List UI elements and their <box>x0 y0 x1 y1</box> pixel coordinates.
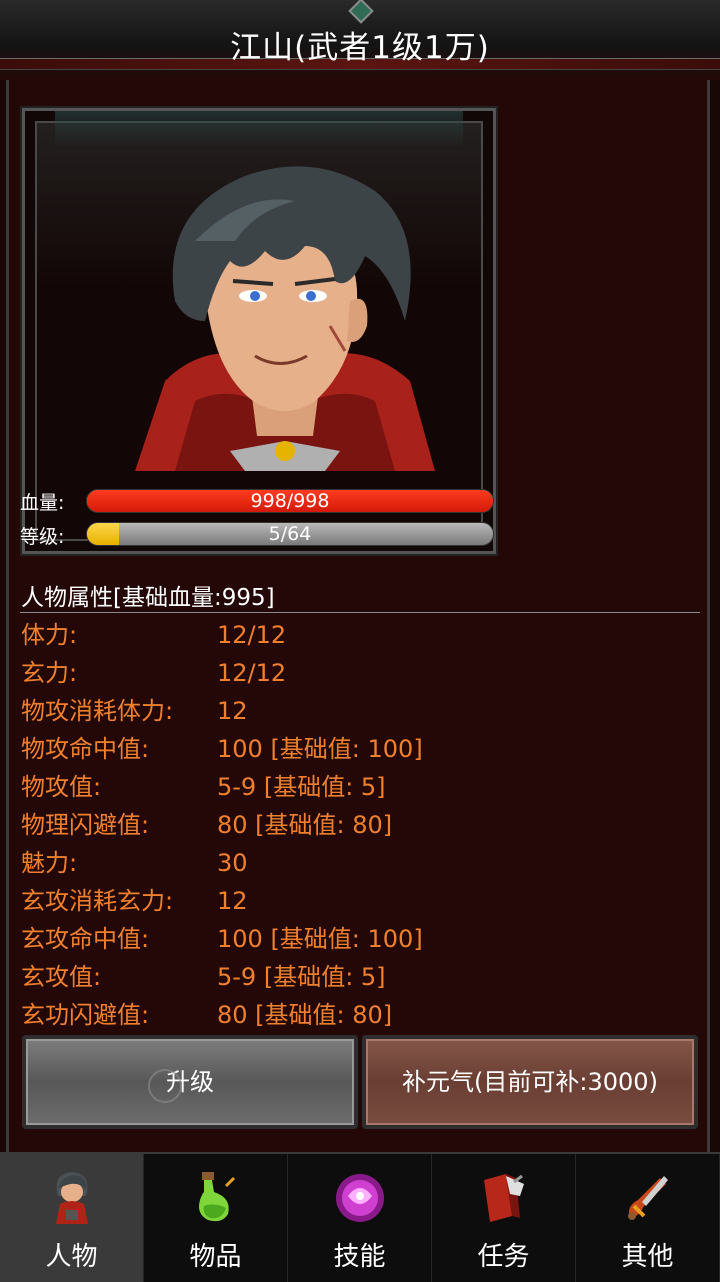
nav-item-items[interactable]: 物品 <box>144 1154 288 1282</box>
restore-energy-button[interactable]: 补元气(目前可补:3000) <box>362 1035 698 1129</box>
attr-value: 12/12 <box>217 659 287 687</box>
attr-key: 物理闪避值: <box>21 811 150 839</box>
attr-key: 物攻消耗体力: <box>21 697 174 725</box>
attr-row: 玄力: 12/12 <box>21 654 701 692</box>
nav-item-quests[interactable]: 任务 <box>432 1154 576 1282</box>
quest-book-icon <box>484 1174 524 1222</box>
hp-label: 血量: <box>20 492 65 514</box>
nav-label: 人物 <box>45 1242 98 1272</box>
page-title: 江山(武者1级1万) <box>230 30 490 66</box>
attr-row: 体力: 12/12 <box>21 616 701 654</box>
upgrade-button[interactable]: 升级 <box>22 1035 358 1129</box>
attr-row: 玄功闪避值: 80 [基础值: 80] <box>21 996 701 1034</box>
attr-value: 100 [基础值: 100] <box>217 735 423 763</box>
attr-value: 12/12 <box>217 621 287 649</box>
level-value: 5/64 <box>268 523 312 545</box>
attr-value: 12 <box>217 697 248 725</box>
attr-key: 物攻值: <box>21 773 102 801</box>
attr-value: 5-9 [基础值: 5] <box>217 773 386 801</box>
attr-row: 玄攻消耗玄力: 12 <box>21 882 701 920</box>
attr-row: 玄攻命中值: 100 [基础值: 100] <box>21 920 701 958</box>
attr-key: 玄攻命中值: <box>21 925 150 953</box>
level-label: 等级: <box>20 526 65 548</box>
hp-value: 998/998 <box>250 490 330 512</box>
attr-key: 魅力: <box>21 849 78 877</box>
attributes-title: 人物属性[基础血量:995] <box>21 585 275 611</box>
attr-value: 30 <box>217 849 248 877</box>
portrait-frame-glow <box>55 111 463 147</box>
attr-value: 100 [基础值: 100] <box>217 925 423 953</box>
nav-item-character[interactable]: 人物 <box>0 1154 144 1282</box>
attr-key: 玄攻值: <box>21 963 102 991</box>
portrait-frame <box>20 106 498 556</box>
attr-key: 玄力: <box>21 659 78 687</box>
potion-icon <box>199 1172 236 1222</box>
attr-row: 物攻命中值: 100 [基础值: 100] <box>21 730 701 768</box>
attr-key: 物攻命中值: <box>21 735 150 763</box>
attr-row: 物攻消耗体力: 12 <box>21 692 701 730</box>
attr-row: 玄攻值: 5-9 [基础值: 5] <box>21 958 701 996</box>
nav-label: 技能 <box>333 1242 386 1272</box>
hp-bar: 998/998 <box>86 489 494 513</box>
nav-label: 其他 <box>621 1242 674 1272</box>
character-icon <box>56 1172 88 1224</box>
attr-key: 体力: <box>21 621 78 649</box>
attr-row: 物攻值: 5-9 [基础值: 5] <box>21 768 701 806</box>
nav-item-skills[interactable]: 技能 <box>288 1154 432 1282</box>
attr-key: 玄攻消耗玄力: <box>21 887 174 915</box>
skill-orb-icon <box>336 1174 384 1222</box>
character-portrait <box>135 166 435 471</box>
level-bar: 5/64 <box>86 522 494 546</box>
attr-value: 80 [基础值: 80] <box>217 1001 393 1029</box>
attr-value: 5-9 [基础值: 5] <box>217 963 386 991</box>
attr-row: 魅力: 30 <box>21 844 701 882</box>
nav-label: 物品 <box>189 1242 242 1272</box>
nav-item-other[interactable]: 其他 <box>576 1154 720 1282</box>
attributes-divider <box>20 612 700 613</box>
attr-value: 80 [基础值: 80] <box>217 811 393 839</box>
sword-icon <box>628 1176 668 1220</box>
header-gem-ornament <box>348 0 374 24</box>
attr-value: 12 <box>217 887 248 915</box>
attr-row: 物理闪避值: 80 [基础值: 80] <box>21 806 701 844</box>
attr-key: 玄功闪避值: <box>21 1001 150 1029</box>
restore-energy-button-label: 补元气(目前可补:3000) <box>402 1068 658 1096</box>
top-header: 江山(武者1级1万) <box>0 0 720 80</box>
nav-label: 任务 <box>477 1242 530 1272</box>
swirl-icon <box>148 1069 182 1103</box>
attributes-list: 体力: 12/12 玄力: 12/12 物攻消耗体力: 12 物攻命中值: 100 [基… <box>21 616 701 1034</box>
bottom-nav: 人物 物品 技能 任务 其他 <box>0 1152 720 1282</box>
